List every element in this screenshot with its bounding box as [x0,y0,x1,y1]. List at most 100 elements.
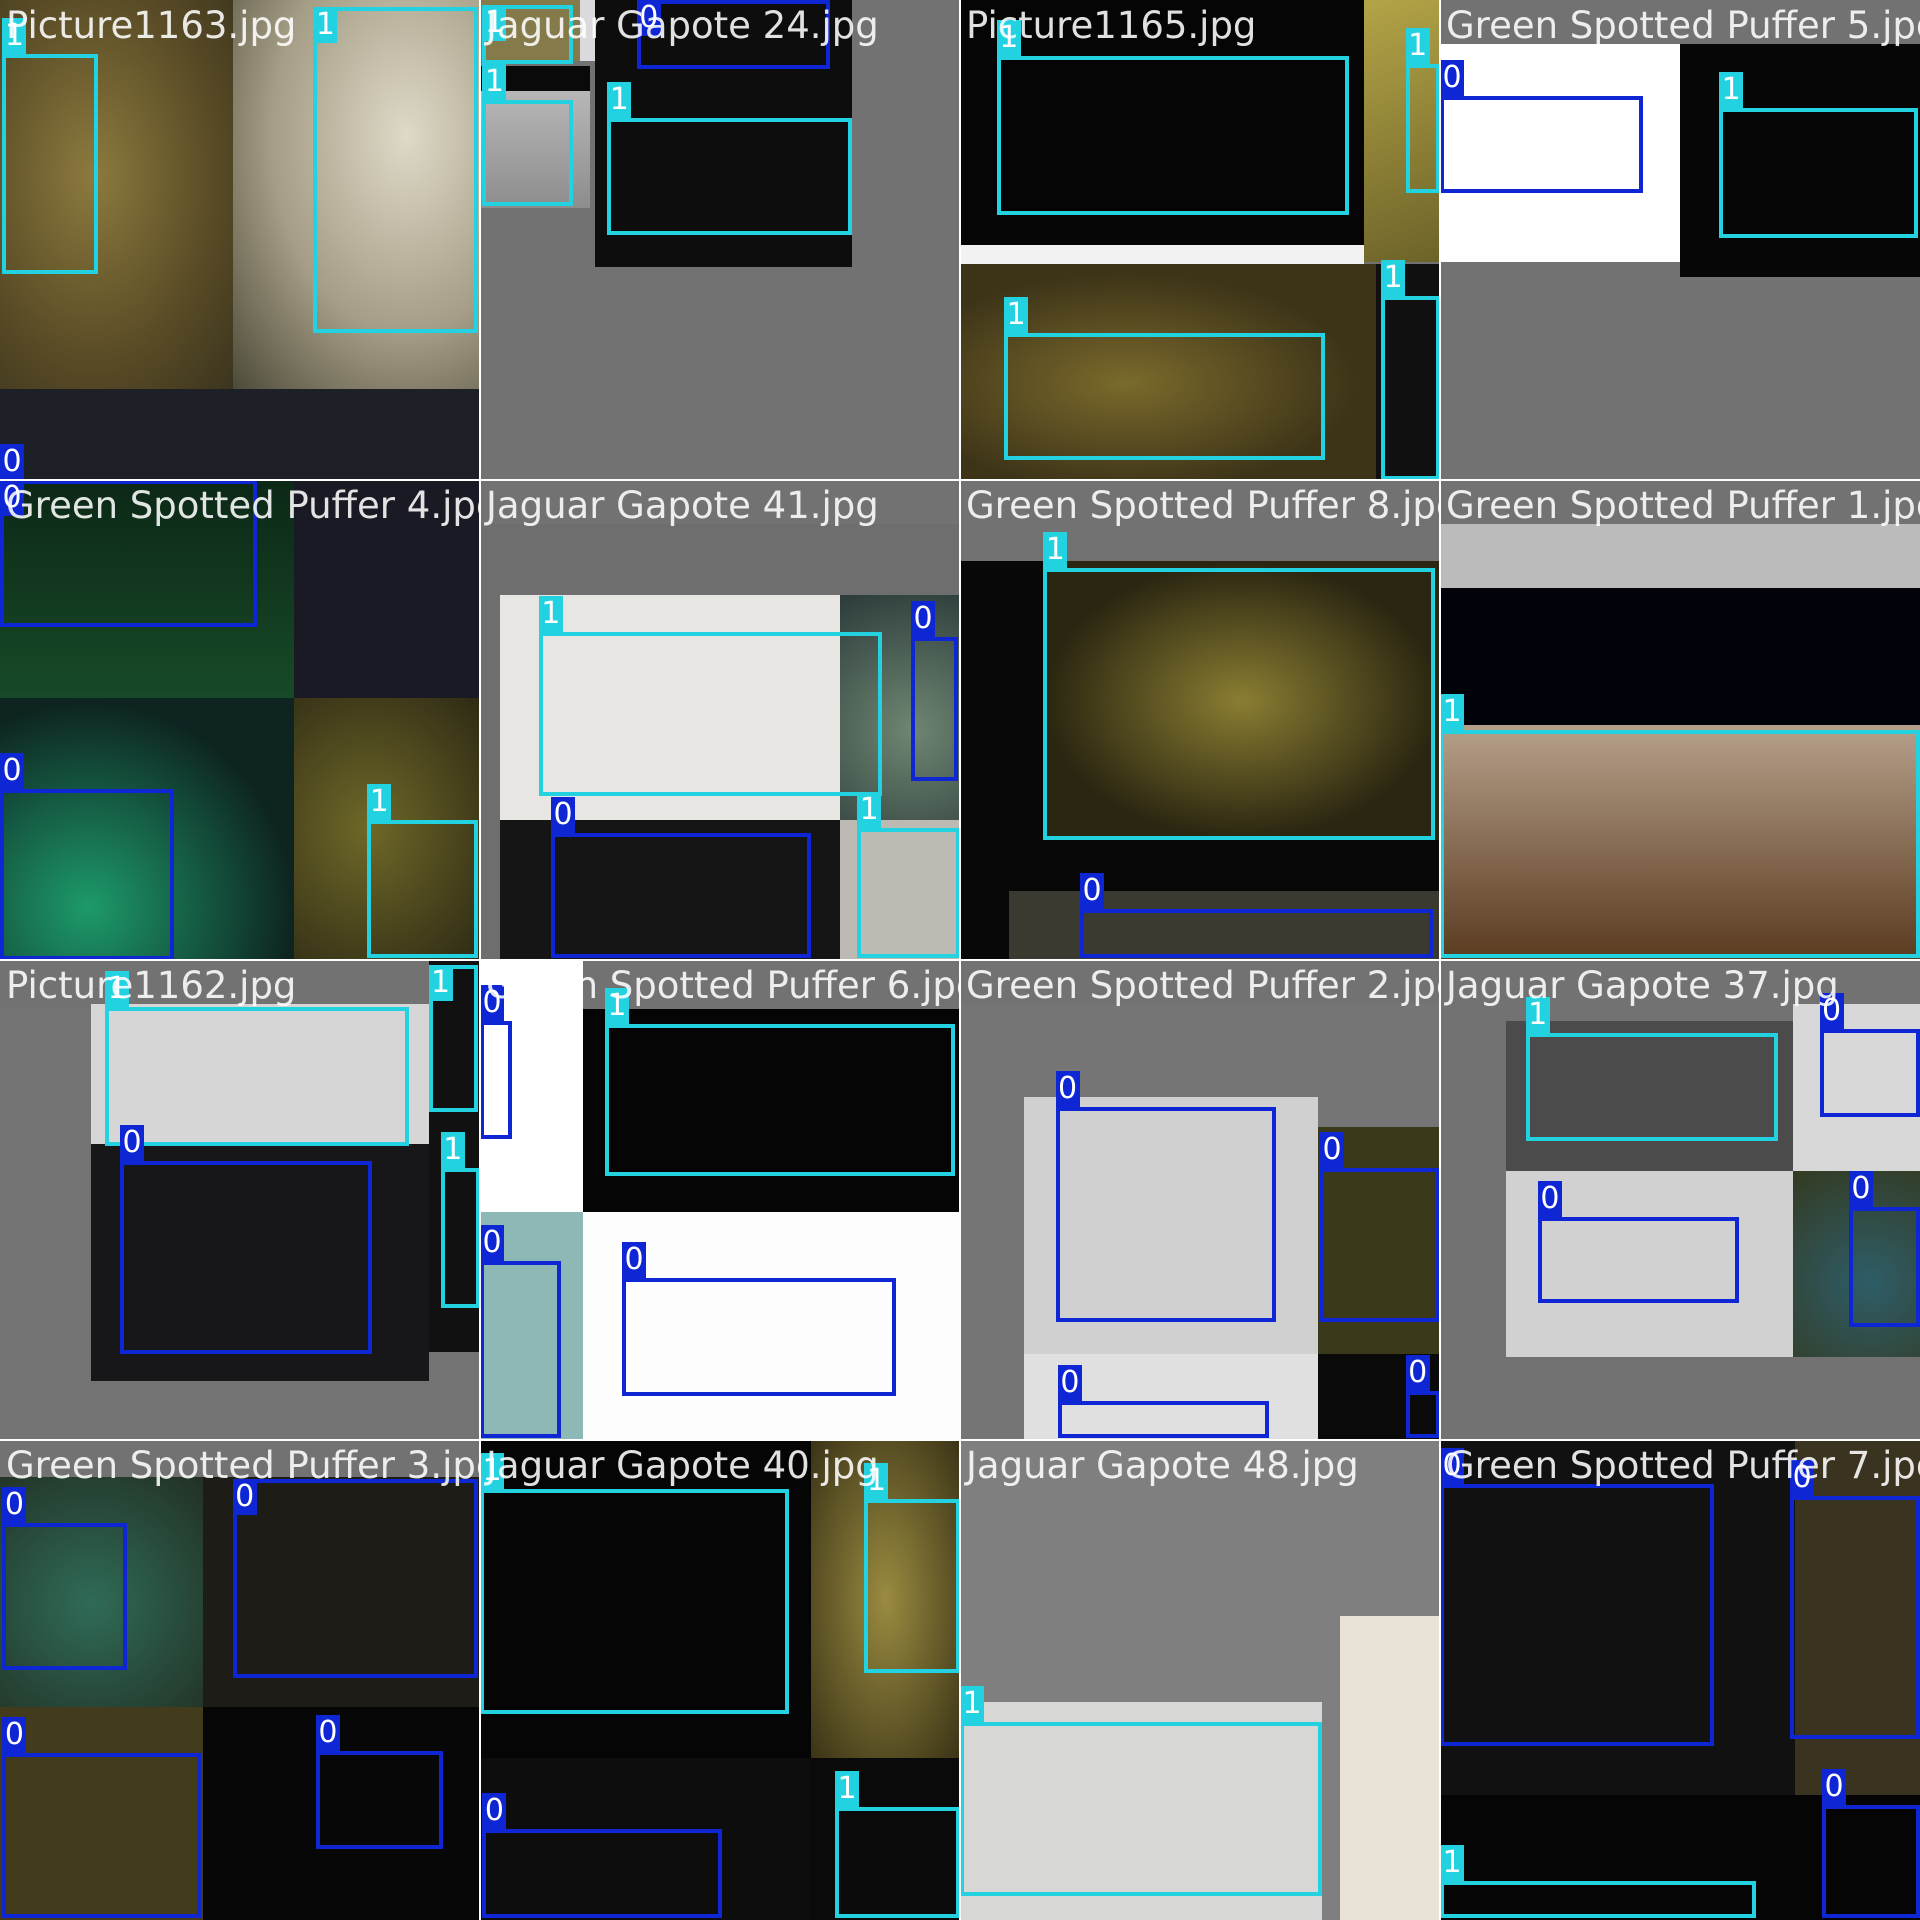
class-label: 1 [1043,532,1068,569]
bounding-box: 0 [1822,1768,1920,1918]
bounding-box: 0 [0,752,174,960]
class-label: 1 [482,64,507,101]
bounding-box: 1 [1043,532,1436,840]
mosaic-tile: Green Spotted Puffer 5.jpg 0 1 [1440,0,1920,480]
bounding-box: 1 [604,987,956,1176]
class-label: 0 [2,1487,27,1524]
class-label: 1 [607,81,632,118]
mosaic-tile: Green Spotted Puffer 6.jpg 0 1 0 0 [480,960,960,1440]
class-label: 0 [1057,1364,1082,1401]
class-label: 1 [835,1771,860,1808]
bounding-box: 1 [996,20,1350,216]
bounding-box: 0 [1790,1460,1920,1739]
bounding-box: 1 [1004,297,1325,461]
class-label: 1 [440,1132,465,1169]
bounding-box: 1 [1440,1844,1756,1918]
tile-filename: Jaguar Gapote 24.jpg [486,4,879,47]
tile-filename: Jaguar Gapote 41.jpg [486,484,879,527]
class-label: 0 [1440,59,1464,96]
class-label: 0 [482,1793,507,1830]
bounding-box: 1 [105,970,409,1147]
bounding-box: 0 [551,796,811,958]
bounding-box: 0 [1057,1364,1269,1438]
class-label: 1 [313,7,338,44]
bounding-box: 0 [622,1242,897,1396]
bounding-box: 1 [480,1452,789,1715]
class-label: 0 [1405,1355,1430,1392]
bounding-box: 0 [1405,1355,1440,1438]
bounding-box: 1 [538,595,882,796]
mosaic-tile: Jaguar Gapote 40.jpg 1 1 0 1 [480,1440,960,1920]
image-patch [0,389,480,480]
bounding-box: 0 [120,1124,373,1355]
class-label: 0 [480,1225,504,1262]
training-batch-mosaic: Picture1163.jpg 1 1 0 Jaguar Gapote 24.jpg 1 0… [0,0,1920,1920]
bounding-box: 1 [1381,260,1440,480]
bounding-box: 0 [2,1487,128,1671]
bounding-box: 0 [480,985,512,1139]
bounding-box: 0 [1819,992,1920,1117]
mosaic-tile: Picture1162.jpg 1 1 0 1 [0,960,480,1440]
mosaic-tile: Green Spotted Puffer 2.jpg 0 0 0 0 [960,960,1440,1440]
bounding-box: 1 [313,7,478,334]
class-label: 0 [1055,1070,1080,1107]
bounding-box: 0 [1440,59,1644,194]
bounding-box: 1 [440,1132,480,1308]
bounding-box: 0 [1080,872,1433,958]
tile-filename: Picture1165.jpg [966,4,1257,47]
class-label: 0 [2,1717,27,1754]
class-label: 0 [911,600,936,637]
class-label: 1 [1381,260,1406,297]
tile-filename: Green Spotted Puffer 3.jpg [6,1444,480,1487]
class-label: 0 [1822,1768,1847,1805]
tile-filename: Picture1163.jpg [6,4,297,47]
bounding-box: 0 [1055,1070,1276,1323]
class-label: 0 [120,1124,144,1161]
class-label: 1 [1405,27,1430,64]
class-label: 1 [428,964,453,1001]
tile-divider [0,959,1920,961]
class-label: 0 [315,1715,340,1752]
bounding-box: 1 [835,1771,960,1918]
mosaic-tile: Green Spotted Puffer 8.jpg 1 0 [960,480,1440,960]
bounding-box: 1 [482,64,574,206]
tile-filename: Jaguar Gapote 40.jpg [486,1444,879,1487]
bounding-box: 0 [1320,1132,1440,1323]
class-label: 1 [367,784,392,821]
bounding-box: 1 [607,81,853,236]
mosaic-tile: Jaguar Gapote 37.jpg 1 0 0 0 [1440,960,1920,1440]
class-label: 0 [1848,1171,1873,1208]
tile-filename: Green Spotted Puffer 1.jpg [1446,484,1920,527]
class-label: 1 [1004,297,1029,334]
tile-filename: Green Spotted Puffer 6.jpg [486,964,960,1007]
image-patch [1339,1616,1440,1920]
tile-filename: Jaguar Gapote 48.jpg [966,1444,1359,1487]
bounding-box: 0 [480,1225,561,1438]
class-label: 0 [622,1242,647,1279]
bounding-box: 0 [1537,1181,1739,1303]
bounding-box: 0 [232,1479,478,1678]
mosaic-tile: Picture1163.jpg 1 1 0 [0,0,480,480]
bounding-box: 1 [1440,693,1920,958]
tile-filename: Green Spotted Puffer 2.jpg [966,964,1440,1007]
class-label: 1 [857,791,882,828]
image-patch [1440,524,1920,588]
image-patch [960,244,1365,265]
mosaic-tile: Green Spotted Puffer 3.jpg 0 0 0 0 [0,1440,480,1920]
bounding-box: 1 [428,964,478,1112]
bounding-box: 1 [857,791,960,958]
bounding-box: 1 [1525,997,1778,1142]
tile-filename: Green Spotted Puffer 7.jpg [1446,1444,1920,1487]
class-label: 0 [0,752,24,789]
tile-filename: Jaguar Gapote 37.jpg [1446,964,1839,1007]
bounding-box: 0 [1848,1171,1920,1328]
bounding-box: 1 [960,1685,1323,1896]
class-label: 1 [538,595,563,632]
mosaic-tile: Green Spotted Puffer 4.jpg 0 0 1 [0,480,480,960]
bounding-box: 1 [864,1462,960,1673]
class-label: 0 [551,796,576,833]
class-label: 0 [1537,1181,1562,1218]
tile-filename: Green Spotted Puffer 8.jpg [966,484,1440,527]
bounding-box: 0 [482,1793,723,1918]
class-label: 0 [0,444,24,480]
